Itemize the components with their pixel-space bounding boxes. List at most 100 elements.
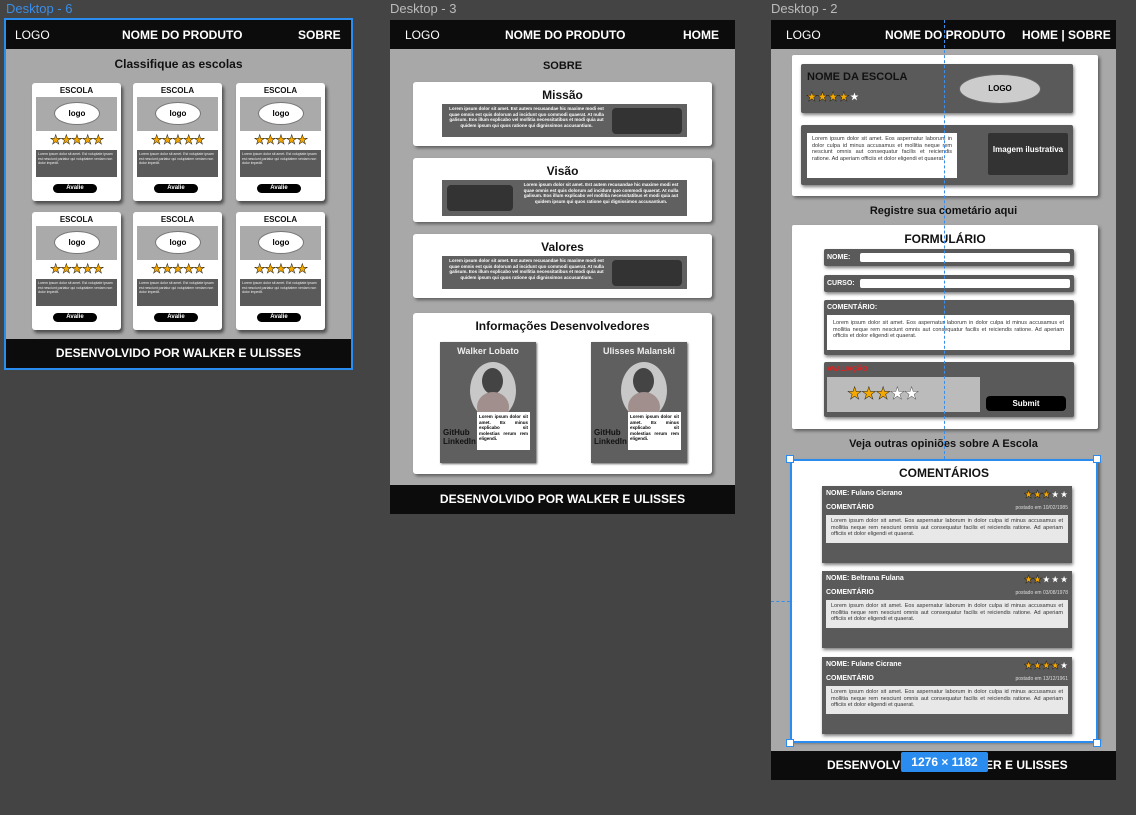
image-placeholder <box>612 108 682 134</box>
filled-stars: ★★★★ <box>806 89 850 105</box>
rating-stars[interactable]: ★★★★★ <box>236 132 325 148</box>
school-description: Lorem ipsum dolor sit amet. Est voluptat… <box>36 150 117 177</box>
avalie-button[interactable]: Avalie <box>257 313 301 322</box>
avalie-button[interactable]: Avalie <box>257 184 301 193</box>
developer-card: Walker Lobato GitHub LinkedIn Lorem ipsu… <box>440 342 536 463</box>
school-logo: logo <box>54 102 100 125</box>
star-icon[interactable]: ★ <box>847 384 863 404</box>
course-field[interactable] <box>860 279 1070 288</box>
school-card[interactable]: ESCOLA logo ★★★★★ Lorem ipsum dolor sit ame… <box>133 212 222 330</box>
image-placeholder <box>447 185 513 211</box>
school-description: Lorem ipsum dolor sit amet. Est voluptat… <box>240 150 321 177</box>
comment-textarea[interactable]: Lorem ipsum dolor sit amet. Eos aspernat… <box>827 315 1070 350</box>
text-box: Lorem ipsum dolor sit amet. Est autem re… <box>442 104 687 137</box>
page-title: SOBRE <box>542 60 583 72</box>
frame-desktop-6[interactable]: LOGO NOME DO PRODUTO SOBRE Classifique a… <box>4 18 353 370</box>
nav-product-name[interactable]: NOME DO PRODUTO <box>505 28 625 42</box>
rating-input[interactable]: ★★★★★ <box>827 377 980 412</box>
resize-handle-top-left[interactable] <box>786 455 794 463</box>
school-description: Lorem ipsum dolor sit amet. Est voluptat… <box>137 150 218 177</box>
frame-label-desktop-3[interactable]: Desktop - 3 <box>390 1 456 16</box>
developer-bio: Lorem ipsum dolor sit amet. Ex minus exp… <box>628 412 681 450</box>
school-card[interactable]: ESCOLA logo ★★★★★ Lorem ipsum dolor sit ame… <box>133 83 222 201</box>
school-logo: logo <box>155 102 201 125</box>
section-missao: Missão Lorem ipsum dolor sit amet. Est a… <box>413 82 712 146</box>
developer-bio: Lorem ipsum dolor sit amet. Ex minus exp… <box>477 412 530 450</box>
school-description: Lorem ipsum dolor sit amet. Est voluptat… <box>137 279 218 306</box>
avatar <box>470 362 516 419</box>
star-icon[interactable]: ★ <box>875 384 891 404</box>
avalie-button[interactable]: Avalie <box>53 184 97 193</box>
guide-line-vertical <box>944 20 945 459</box>
section-text: Lorem ipsum dolor sit amet. Est autem re… <box>449 106 604 128</box>
navbar: LOGO NOME DO PRODUTO HOME <box>390 20 735 49</box>
school-card[interactable]: ESCOLA logo ★★★★★ Lorem ipsum dolor sit ame… <box>236 83 325 201</box>
rating-stars[interactable]: ★★★★★ <box>236 261 325 277</box>
nav-logo[interactable]: LOGO <box>15 28 50 42</box>
empty-stars: ★ <box>848 89 860 105</box>
linkedin-link[interactable]: LinkedIn <box>443 437 476 446</box>
guide-line-horizontal <box>771 601 790 602</box>
school-logo: LOGO <box>959 74 1041 104</box>
section-title: Missão <box>542 88 583 102</box>
school-card[interactable]: ESCOLA logo ★★★★★ Lorem ipsum dolor sit ame… <box>32 83 121 201</box>
star-icon[interactable]: ★ <box>904 384 920 404</box>
course-row: CURSO: <box>824 275 1074 292</box>
course-label: CURSO: <box>827 280 855 287</box>
navbar: LOGO NOME DO PRODUTO SOBRE <box>6 20 351 49</box>
school-logo: logo <box>258 102 304 125</box>
nav-link-sobre[interactable]: SOBRE <box>298 28 341 42</box>
rating-stars[interactable]: ★★★★★ <box>847 384 920 404</box>
name-field[interactable] <box>860 253 1070 262</box>
submit-button[interactable]: Submit <box>986 396 1066 411</box>
nav-logo[interactable]: LOGO <box>405 28 440 42</box>
selection-box[interactable] <box>790 459 1098 743</box>
resize-handle-top-right[interactable] <box>1093 455 1101 463</box>
avalie-button[interactable]: Avalie <box>154 184 198 193</box>
comment-row: COMENTÁRIO: Lorem ipsum dolor sit amet. … <box>824 300 1074 355</box>
developer-links: GitHub LinkedIn <box>594 428 627 446</box>
school-card[interactable]: ESCOLA logo ★★★★★ Lorem ipsum dolor sit ame… <box>236 212 325 330</box>
footer-text-right: ER E ULISSES <box>985 758 1068 772</box>
nav-logo[interactable]: LOGO <box>786 28 821 42</box>
nav-links-home-sobre[interactable]: HOME | SOBRE <box>1022 28 1111 42</box>
section-visao: Visão Lorem ipsum dolor sit amet. Est au… <box>413 158 712 222</box>
nav-product-name[interactable]: NOME DO PRODUTO <box>122 28 242 42</box>
developer-name: Ulisses Malanski <box>602 346 676 356</box>
rating-stars[interactable]: ★★★★★ <box>133 132 222 148</box>
star-icon[interactable]: ★ <box>861 384 877 404</box>
logo-box: logo <box>137 97 218 131</box>
avatar <box>621 362 667 419</box>
school-desc-text: Lorem ipsum dolor sit amet. Eos aspernat… <box>807 133 957 178</box>
star-icon[interactable]: ★ <box>889 384 905 404</box>
school-card-title: ESCOLA <box>160 86 195 95</box>
school-card[interactable]: ESCOLA logo ★★★★★ Lorem ipsum dolor sit ame… <box>32 212 121 330</box>
nav-product-name[interactable]: NOME DO PRODUTO <box>885 28 1005 42</box>
section-text: Lorem ipsum dolor sit amet. Est autem re… <box>523 182 679 204</box>
nav-link-home[interactable]: HOME <box>683 28 719 42</box>
github-link[interactable]: GitHub <box>443 428 476 437</box>
logo-box: logo <box>240 226 321 260</box>
github-link[interactable]: GitHub <box>594 428 627 437</box>
frame-label-desktop-2[interactable]: Desktop - 2 <box>771 1 837 16</box>
rating-stars[interactable]: ★★★★★ <box>32 261 121 277</box>
rating-label: AVALIAÇÃO <box>827 366 868 373</box>
resize-handle-bottom-right[interactable] <box>1093 739 1101 747</box>
section-valores: Valores Lorem ipsum dolor sit amet. Est … <box>413 234 712 298</box>
frame-label-desktop-6[interactable]: Desktop - 6 <box>6 1 72 16</box>
avalie-button[interactable]: Avalie <box>154 313 198 322</box>
image-placeholder <box>612 260 682 286</box>
resize-handle-bottom-left[interactable] <box>786 739 794 747</box>
frame-desktop-3[interactable]: LOGO NOME DO PRODUTO HOME SOBRE Missão L… <box>390 20 735 514</box>
rating-stars[interactable]: ★★★★★ <box>133 261 222 277</box>
selection-size-badge: 1276 × 1182 <box>901 752 988 772</box>
comment-label: COMENTÁRIO: <box>827 304 878 311</box>
linkedin-link[interactable]: LinkedIn <box>594 437 627 446</box>
school-logo: logo <box>54 231 100 254</box>
section-developers: Informações Desenvolvedores Walker Lobat… <box>413 313 712 474</box>
school-logo: logo <box>155 231 201 254</box>
school-description: Lorem ipsum dolor sit amet. Eos aspernat… <box>801 125 1073 185</box>
avalie-button[interactable]: Avalie <box>53 313 97 322</box>
rating-stars[interactable]: ★★★★★ <box>32 132 121 148</box>
developer-links: GitHub LinkedIn <box>443 428 476 446</box>
